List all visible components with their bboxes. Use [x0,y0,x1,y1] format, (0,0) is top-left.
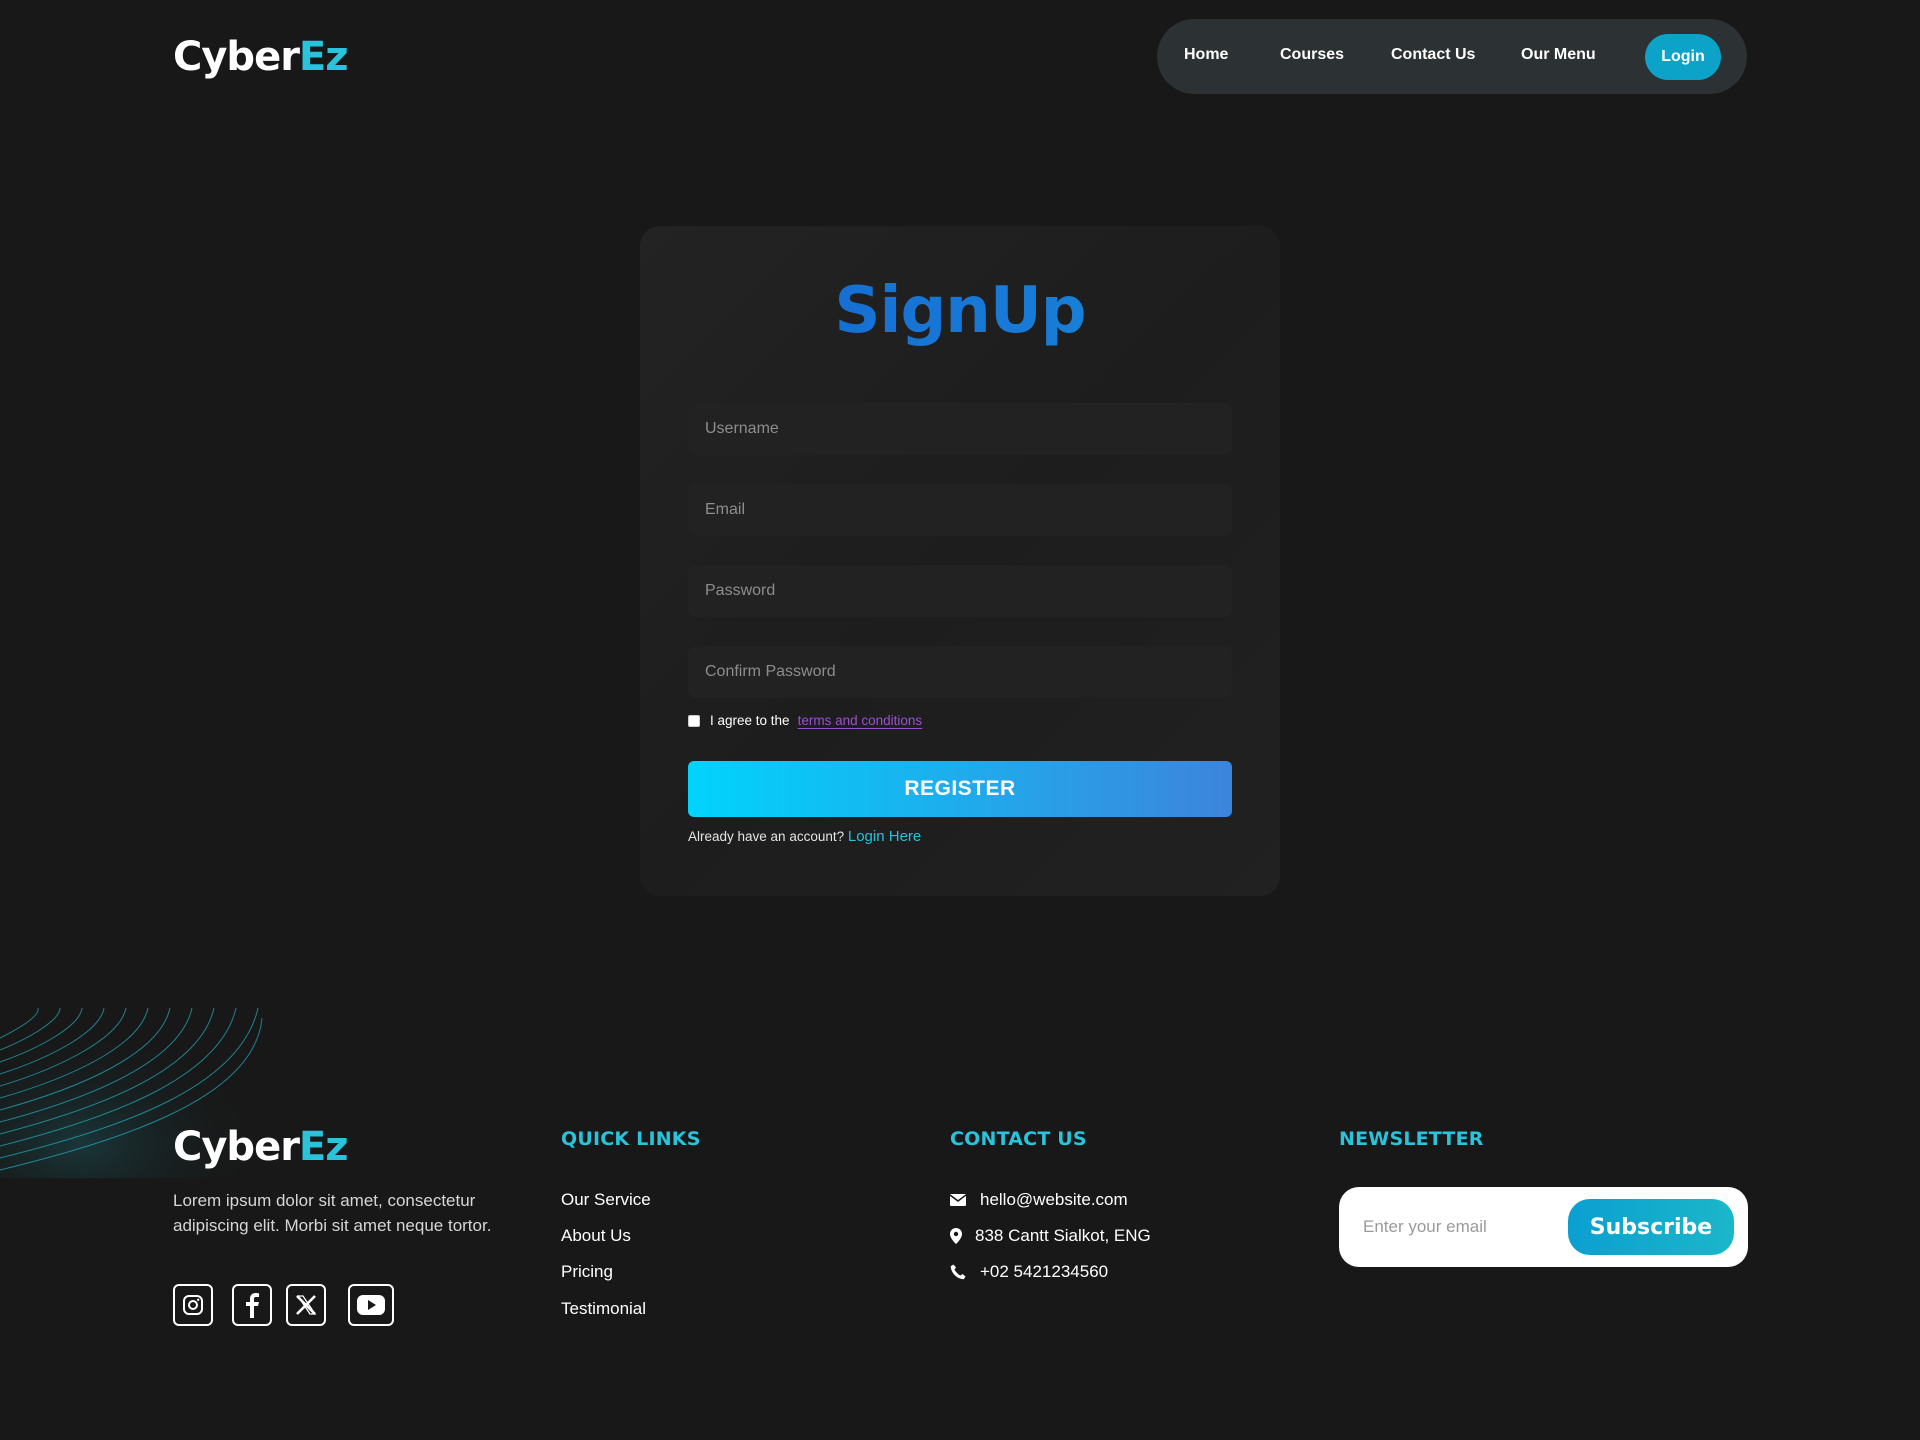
contact-phone[interactable]: +02 5421234560 [980,1262,1108,1282]
instagram-icon[interactable] [173,1284,213,1326]
quick-link-testimonial[interactable]: Testimonial [561,1299,646,1319]
newsletter-email-input[interactable] [1339,1187,1559,1267]
facebook-icon[interactable] [232,1284,272,1326]
signup-card: SignUp I agree to the terms and conditio… [640,226,1280,896]
register-button[interactable]: REGISTER [688,761,1232,817]
x-icon[interactable] [286,1284,326,1326]
nav-our-menu[interactable]: Our Menu [1521,46,1596,64]
contact-address: 838 Cantt Sialkot, ENG [975,1226,1151,1245]
quick-link-about-us[interactable]: About Us [561,1226,631,1246]
email-input[interactable] [688,484,1232,536]
terms-checkbox[interactable] [688,714,700,727]
mail-icon [950,1194,966,1206]
signup-page: CyberEz Home Courses Contact Us Our Menu… [0,0,1920,1440]
footer-description: Lorem ipsum dolor sit amet, consectetur … [173,1191,492,1235]
contact-email[interactable]: hello@website.com [980,1190,1128,1210]
footer-logo-primary: Cyber [173,1124,300,1170]
password-input[interactable] [688,565,1232,617]
footer-logo-accent: Ez [298,1124,349,1170]
location-pin-icon [950,1228,962,1244]
confirm-password-input[interactable] [688,646,1232,698]
newsletter-heading: NEWSLETTER [1339,1128,1484,1150]
terms-row: I agree to the terms and conditions [688,713,922,728]
signup-title: SignUp [640,274,1280,348]
login-prompt: Already have an account? [688,829,845,844]
login-prompt-row: Already have an account? Login Here [688,828,921,845]
contact-address-row: 838 Cantt Sialkot, ENG [950,1226,1151,1246]
quick-link-pricing[interactable]: Pricing [561,1262,613,1282]
quick-links-heading: QUICK LINKS [561,1128,701,1150]
contact-phone-row: +02 5421234560 [950,1262,1108,1282]
nav-home[interactable]: Home [1184,46,1228,64]
phone-icon [950,1264,966,1280]
contact-heading: CONTACT US [950,1128,1087,1150]
nav-contact-us[interactable]: Contact Us [1391,46,1475,64]
nav-login-button[interactable]: Login [1645,34,1721,80]
quick-link-our-service[interactable]: Our Service [561,1190,651,1210]
header-logo[interactable]: CyberEz [173,34,349,80]
contact-email-row: hello@website.com [950,1190,1128,1210]
login-here-link[interactable]: Login Here [848,828,921,845]
nav-courses[interactable]: Courses [1280,46,1344,64]
youtube-icon[interactable] [348,1284,394,1326]
logo-text-primary: Cyber [173,34,300,80]
username-input[interactable] [688,403,1232,455]
logo-text-accent: Ez [298,34,349,80]
terms-link[interactable]: terms and conditions [798,713,923,728]
terms-prefix: I agree to the [710,713,790,728]
subscribe-button[interactable]: Subscribe [1568,1199,1734,1255]
newsletter-form: Subscribe [1339,1187,1748,1267]
main-nav: Home Courses Contact Us Our Menu Login [1157,19,1747,94]
footer-logo[interactable]: CyberEz [173,1124,349,1170]
